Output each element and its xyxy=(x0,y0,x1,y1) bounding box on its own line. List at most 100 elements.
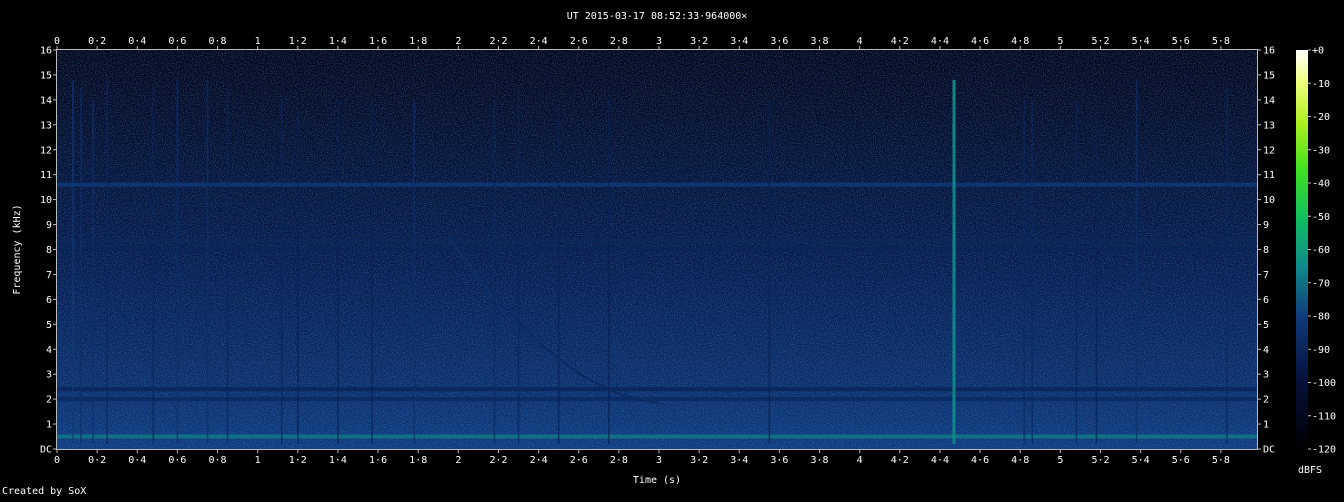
spectrogram-figure: UT 2015-03-17 08:52:33·964000× 0 0·2 0·4 0·… xyxy=(0,0,1344,498)
x-tick-bottom-label: 5 xyxy=(1057,455,1063,466)
x-tick-bottom-label: 1·4 xyxy=(329,455,347,466)
y-tick-left-label: 7 xyxy=(46,270,52,281)
y-tick-left-label: DC xyxy=(40,445,52,456)
x-tick-top-label: 4·6 xyxy=(971,36,989,47)
x-axis-label: Time (s) xyxy=(633,475,681,486)
y-tick-left-label: 16 xyxy=(40,46,52,57)
y-axis-right: DC12345678910111213141516 xyxy=(1257,46,1275,456)
colorbar-tick-label: -40 xyxy=(1312,179,1330,190)
colorbar-ticks: +0 -10 -20 -30 -40 -50 -60 -70 -80 -90 -100 -110 -12… xyxy=(1308,46,1336,456)
x-tick-bottom-label: 3 xyxy=(656,455,662,466)
y-tick-left-label: 14 xyxy=(40,95,52,106)
y-tick-left-label: 12 xyxy=(40,145,52,156)
x-tick-bottom-label: 4 xyxy=(857,455,863,466)
x-tick-top-label: 3 xyxy=(656,36,662,47)
y-tick-left-label: 3 xyxy=(46,370,52,381)
x-tick-top-label: 4·8 xyxy=(1011,36,1029,47)
y-tick-right-label: 9 xyxy=(1263,220,1269,231)
x-tick-top-label: 1·4 xyxy=(329,36,347,47)
x-tick-bottom-label: 2·8 xyxy=(610,455,628,466)
colorbar-tick-label: -70 xyxy=(1312,278,1330,289)
colorbar-label: dBFS xyxy=(1298,465,1322,476)
y-tick-left-label: 15 xyxy=(40,70,52,81)
colorbar-tick-label: -110 xyxy=(1312,411,1336,422)
x-tick-bottom-label: 0·4 xyxy=(128,455,146,466)
y-tick-right-label: 13 xyxy=(1263,120,1275,131)
x-tick-bottom-label: 3·6 xyxy=(770,455,788,466)
colorbar xyxy=(1296,50,1308,449)
y-tick-left-label: 8 xyxy=(46,245,52,256)
x-tick-bottom-label: 2 xyxy=(455,455,461,466)
y-tick-right-label: 5 xyxy=(1263,320,1269,331)
x-tick-bottom-label: 4·6 xyxy=(971,455,989,466)
x-tick-top-label: 0·6 xyxy=(168,36,186,47)
y-tick-left-label: 2 xyxy=(46,395,52,406)
x-tick-top-label: 5·2 xyxy=(1091,36,1109,47)
x-tick-top-label: 3·8 xyxy=(811,36,829,47)
y-tick-right-label: 3 xyxy=(1263,370,1269,381)
x-tick-top-label: 4·4 xyxy=(931,36,949,47)
x-axis-top: 0 0·2 0·4 0·6 0·8 1 1·2 1·4 1·6 1·8 2 2·2 2·4 2·6 2·8 3… xyxy=(54,36,1230,50)
y-tick-right-label: 7 xyxy=(1263,270,1269,281)
y-tick-right-label: 12 xyxy=(1263,145,1275,156)
x-tick-bottom-label: 5·4 xyxy=(1132,455,1150,466)
colorbar-tick-label: -80 xyxy=(1312,312,1330,323)
x-tick-top-label: 4 xyxy=(857,36,863,47)
y-tick-right-label: 11 xyxy=(1263,170,1275,181)
x-tick-top-label: 2·4 xyxy=(530,36,548,47)
colorbar-tick-label: +0 xyxy=(1312,46,1324,57)
spectrogram-chart: UT 2015-03-17 08:52:33·964000× 0 0·2 0·4 0·… xyxy=(2,11,1336,497)
spectrogram-plot xyxy=(57,50,1257,449)
colorbar-tick-label: -100 xyxy=(1312,378,1336,389)
y-tick-right-label: 10 xyxy=(1263,195,1275,206)
colorbar-tick-label: -90 xyxy=(1312,345,1330,356)
y-tick-left-label: 9 xyxy=(46,220,52,231)
x-tick-bottom-label: 0·8 xyxy=(209,455,227,466)
x-tick-bottom-label: 3·2 xyxy=(690,455,708,466)
x-tick-bottom-label: 3·4 xyxy=(730,455,748,466)
y-tick-right-label: 4 xyxy=(1263,345,1269,356)
x-tick-bottom-label: 5·2 xyxy=(1091,455,1109,466)
y-tick-left-label: 1 xyxy=(46,420,52,431)
y-tick-right-label: 6 xyxy=(1263,295,1269,306)
x-tick-top-label: 5 xyxy=(1057,36,1063,47)
x-tick-top-label: 1·2 xyxy=(289,36,307,47)
x-tick-bottom-label: 5·6 xyxy=(1172,455,1190,466)
colorbar-tick-label: -10 xyxy=(1312,79,1330,90)
y-tick-right-label: 16 xyxy=(1263,46,1275,57)
colorbar-tick-label: -50 xyxy=(1312,212,1330,223)
x-tick-bottom-label: 0 xyxy=(54,455,60,466)
x-tick-top-label: 5·6 xyxy=(1172,36,1190,47)
colorbar-tick-label: -30 xyxy=(1312,145,1330,156)
x-tick-bottom-label: 2·4 xyxy=(530,455,548,466)
x-tick-bottom-label: 5·8 xyxy=(1212,455,1230,466)
y-tick-left-label: 10 xyxy=(40,195,52,206)
x-tick-top-label: 0·4 xyxy=(128,36,146,47)
y-tick-right-label: 15 xyxy=(1263,70,1275,81)
x-tick-top-label: 3·6 xyxy=(770,36,788,47)
y-tick-right-label: 8 xyxy=(1263,245,1269,256)
x-tick-bottom-label: 0·2 xyxy=(88,455,106,466)
x-tick-bottom-label: 4·4 xyxy=(931,455,949,466)
x-tick-top-label: 0 xyxy=(54,36,60,47)
colorbar-tick-label: -20 xyxy=(1312,112,1330,123)
x-tick-top-label: 0·2 xyxy=(88,36,106,47)
x-tick-bottom-label: 1·6 xyxy=(369,455,387,466)
x-tick-top-label: 4·2 xyxy=(891,36,909,47)
x-tick-bottom-label: 4·8 xyxy=(1011,455,1029,466)
x-tick-top-label: 5·4 xyxy=(1132,36,1150,47)
x-tick-top-label: 0·8 xyxy=(209,36,227,47)
x-tick-bottom-label: 1·2 xyxy=(289,455,307,466)
x-tick-top-label: 2·8 xyxy=(610,36,628,47)
x-tick-top-label: 1 xyxy=(255,36,261,47)
y-tick-right-label: 14 xyxy=(1263,95,1275,106)
x-tick-top-label: 3·2 xyxy=(690,36,708,47)
x-tick-top-label: 2·6 xyxy=(570,36,588,47)
y-axis-left: DC12345678910111213141516 xyxy=(40,46,57,456)
x-tick-bottom-label: 2·6 xyxy=(570,455,588,466)
x-tick-bottom-label: 3·8 xyxy=(811,455,829,466)
colorbar-tick-label: -120 xyxy=(1312,445,1336,456)
x-tick-top-label: 5·8 xyxy=(1212,36,1230,47)
y-tick-left-label: 6 xyxy=(46,295,52,306)
chart-title: UT 2015-03-17 08:52:33·964000× xyxy=(567,11,748,22)
